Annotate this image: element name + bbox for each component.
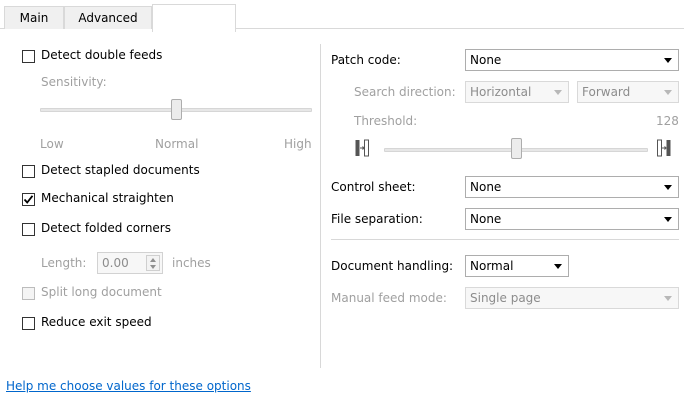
sensitivity-low-label: Low [40,137,64,151]
patch-code-dropdown[interactable]: None [465,49,679,71]
length-spinner[interactable]: 0.00 [97,252,163,274]
column-divider [320,44,321,368]
search-direction-order-dropdown[interactable]: Forward [577,81,679,103]
sensitivity-slider-thumb[interactable] [171,99,182,120]
search-direction-label: Search direction: [354,85,456,99]
chevron-down-icon [554,90,562,95]
file-separation-label: File separation: [331,212,423,226]
spin-down-icon [150,265,156,269]
chevron-down-icon [664,296,672,301]
reduce-exit-speed-checkbox[interactable] [22,317,35,330]
search-direction-orientation-dropdown[interactable]: Horizontal [465,81,569,103]
length-value: 0.00 [102,256,129,270]
mechanical-straighten-checkbox[interactable] [22,193,35,206]
file-separation-value: None [470,212,502,226]
chevron-down-icon [554,264,562,269]
control-sheet-value: None [470,180,502,194]
tab-main-label: Main [19,11,49,25]
detect-folded-corners-label: Detect folded corners [41,221,171,235]
document-handling-label: Document handling: [331,259,454,273]
patch-code-value: None [470,53,502,67]
spin-up-icon [150,258,156,262]
detect-double-feeds-label: Detect double feeds [41,48,163,62]
length-unit-label: inches [172,256,211,270]
document-handling-value: Normal [470,259,514,273]
mechanical-straighten-label: Mechanical straighten [41,191,174,205]
control-sheet-label: Control sheet: [331,180,416,194]
search-direction-order-value: Forward [582,85,631,99]
split-long-document-checkbox[interactable] [22,287,35,300]
threshold-label: Threshold: [354,114,418,128]
length-label: Length: [41,256,87,270]
manual-feed-mode-label: Manual feed mode: [331,291,447,305]
reduce-exit-speed-label: Reduce exit speed [41,315,152,329]
help-link[interactable]: Help me choose values for these options [6,379,251,393]
chevron-down-icon [664,217,672,222]
detect-stapled-checkbox[interactable] [22,165,35,178]
manual-feed-mode-dropdown[interactable]: Single page [465,287,679,309]
threshold-slider-thumb[interactable] [511,138,522,159]
control-sheet-dropdown[interactable]: None [465,176,679,198]
threshold-max-icon [657,139,671,157]
sensitivity-label: Sensitivity: [41,75,107,89]
tab-active-page[interactable] [152,4,236,32]
sensitivity-normal-label: Normal [155,137,199,151]
checkmark-icon [23,195,34,204]
file-separation-dropdown[interactable]: None [465,208,679,230]
tab-advanced[interactable]: Advanced [64,6,152,29]
threshold-value: 128 [656,114,679,128]
patch-code-label: Patch code: [331,53,401,67]
tab-advanced-label: Advanced [78,11,138,25]
chevron-down-icon [664,90,672,95]
sensitivity-high-label: High [284,137,312,151]
detect-stapled-label: Detect stapled documents [41,163,200,177]
document-handling-dropdown[interactable]: Normal [465,255,569,277]
detect-double-feeds-checkbox[interactable] [22,50,35,63]
right-section-divider [331,239,679,240]
chevron-down-icon [664,58,672,63]
detect-folded-corners-checkbox[interactable] [22,223,35,236]
chevron-down-icon [664,185,672,190]
split-long-document-label: Split long document [41,285,162,299]
tab-main[interactable]: Main [4,6,64,29]
search-direction-orientation-value: Horizontal [470,85,532,99]
manual-feed-mode-value: Single page [470,291,541,305]
length-spin-buttons[interactable] [146,255,160,271]
threshold-min-icon [355,139,369,157]
